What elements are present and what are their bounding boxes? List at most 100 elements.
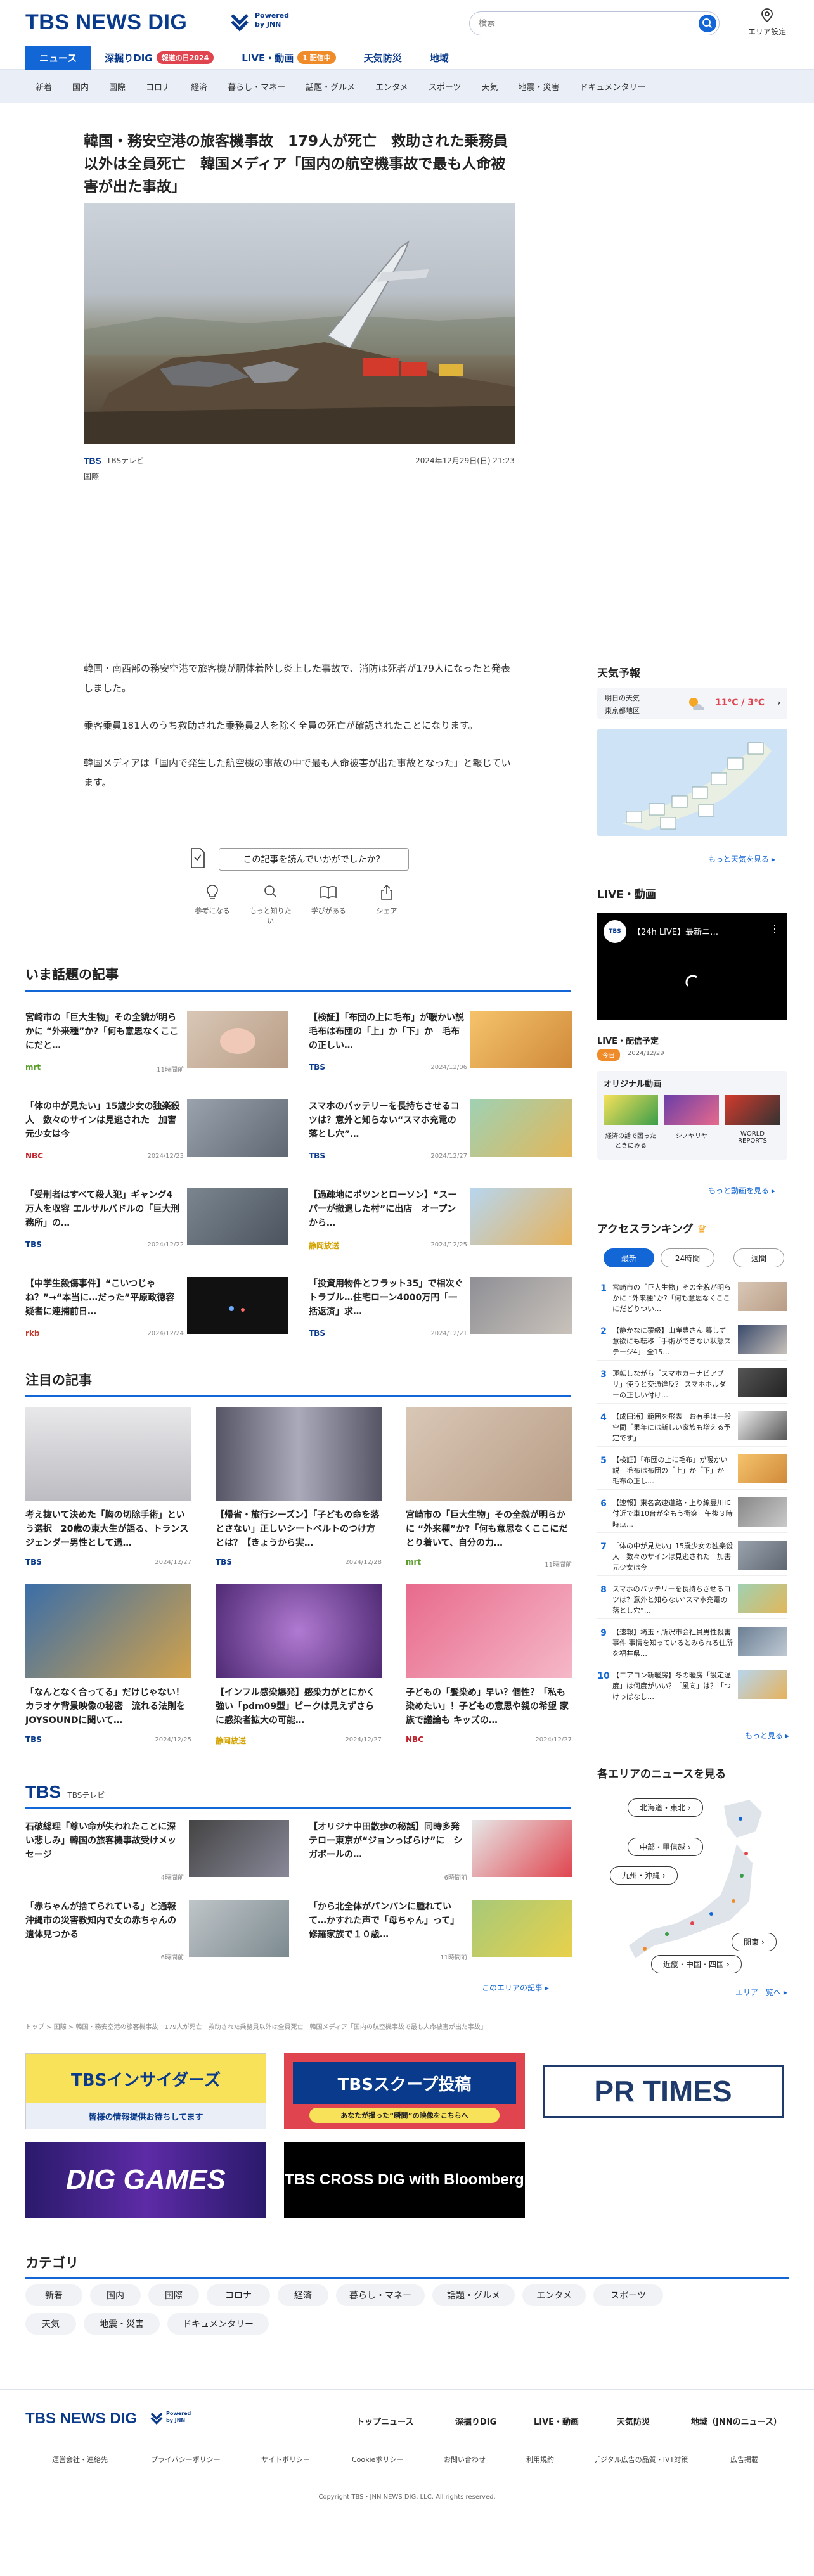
area-button-kanto[interactable]: 関東 ›	[732, 1933, 777, 1951]
subnav-international[interactable]: 国際	[99, 80, 136, 93]
ranking-item[interactable]: 8 スマホのバッテリーを長持ちさせるコツは？意外と知らない“スマホ充電の落とし穴”…	[597, 1579, 787, 1619]
banner-prtimes[interactable]: PR TIMES	[543, 2053, 784, 2129]
breadcrumb[interactable]: トップ > 国際 > 韓国・務安空港の旅客機事故 179人が死亡 救助された乗務…	[25, 2022, 571, 2031]
tbs-article-card[interactable]: 石破総理「尊い命が失われたことに深い悲しみ」韓国の旅客機事故受けメッセージ 4時…	[25, 1820, 292, 1890]
footer-sub-link[interactable]: 運営会社・連絡先	[52, 2454, 108, 2464]
footer-sub-link[interactable]: Cookieポリシー	[352, 2454, 403, 2464]
subnav-entertainment[interactable]: エンタメ	[365, 80, 418, 93]
footer-sub-link[interactable]: 広告掲載	[730, 2454, 758, 2464]
category-chip[interactable]: 新着	[25, 2284, 82, 2306]
nav-region[interactable]: 地域	[416, 46, 463, 70]
ranking-tab-24h[interactable]: 24時間	[661, 1248, 714, 1267]
reaction-want-more[interactable]: もっと知りたい	[249, 884, 293, 926]
banner-tbs-insiders[interactable]: TBSインサイダーズ 皆様の情報提供お待ちしてます	[25, 2053, 266, 2129]
weather-map[interactable]	[597, 729, 787, 836]
ranking-item[interactable]: 1 宮崎市の「巨大生物」その全貌が明らかに “外来種”か?「何も意思なくここにだど…	[597, 1277, 787, 1317]
ranking-item[interactable]: 2 【静かなに覆級】山岸豊さん 暮しず意欲にも転移「手術ができない状態ステージ4」…	[597, 1320, 787, 1361]
footer-link-weather[interactable]: 天気防災	[617, 2415, 650, 2427]
category-chip[interactable]: スポーツ	[593, 2284, 663, 2306]
subnav-corona[interactable]: コロナ	[136, 80, 181, 93]
tbs-article-card[interactable]: 「から北全体がパンパンに腫れていて…かすれた声で「母ちゃん」って」修羅家族で１０…	[309, 1900, 575, 1970]
reaction-share[interactable]: シェア	[365, 884, 409, 926]
banner-dig-games[interactable]: DIG GAMES	[25, 2142, 266, 2218]
featured-card[interactable]: 考え抜いて決めた「胸の切除手術」という選択 20歳の東大生が語る、トランスジェン…	[25, 1407, 191, 1572]
ranking-item[interactable]: 4 【成田浦】範囲を飛表 お有手は一般空間「果年には新しい家族も増える予定です」	[597, 1406, 787, 1447]
kebab-menu-icon[interactable]: ⋮	[770, 923, 780, 935]
category-chip[interactable]: 暮らし・マネー	[336, 2284, 425, 2306]
trending-card[interactable]: スマホのバッテリーを長持ちさせるコツは？意外と知らない“スマホ充電の落とし穴”……	[309, 1099, 572, 1172]
original-video-thumb[interactable]	[604, 1095, 658, 1125]
nav-weather[interactable]: 天気防災	[350, 46, 416, 70]
area-button-chubu[interactable]: 中部・甲信越 ›	[628, 1838, 703, 1856]
tbs-more-link[interactable]: このエリアの記事 ▸	[482, 1982, 549, 1993]
trending-card[interactable]: 【検証】「布団の上に毛布」が暖かい説 毛布は布団の「上」か「下」か 毛布の正しい…	[309, 1011, 572, 1084]
article-source[interactable]: TBSテレビ	[107, 455, 144, 466]
subnav-disaster[interactable]: 地震・災害	[508, 80, 570, 93]
featured-card[interactable]: 子どもの「髪染め」早い？個性？「私も染めたい」！子どもの意思や親の希望 家族で議…	[406, 1584, 572, 1749]
area-list-link[interactable]: エリア一覧へ ▸	[735, 1987, 787, 1997]
site-logo[interactable]: TBS NEWS DIG	[25, 10, 187, 35]
featured-card[interactable]: 宮崎市の「巨大生物」その全貌が明らかに “外来種”か?「何も意思なくここにだとり…	[406, 1407, 572, 1572]
subnav-sports[interactable]: スポーツ	[418, 80, 472, 93]
tbs-article-card[interactable]: 【オリジナ中田散歩の秘話】同時多発テロー東京が“ジョンっぱらけ”に シガポールの…	[309, 1820, 575, 1890]
subnav-new[interactable]: 新着	[25, 80, 62, 93]
ranking-tab-latest[interactable]: 最新	[604, 1248, 654, 1267]
footer-sub-link[interactable]: お問い合わせ	[444, 2454, 486, 2464]
featured-card[interactable]: 【インフル感染爆発】感染力がとにかく強い「pdm09型」ピークは見えずさらに感染…	[216, 1584, 382, 1749]
footer-sub-link[interactable]: デジタル広告の品質・IVT対策	[593, 2454, 688, 2464]
feedback-prompt[interactable]: この記事を読んでいかがでしたか？	[219, 848, 409, 871]
subnav-life-money[interactable]: 暮らし・マネー	[217, 80, 295, 93]
ranking-item[interactable]: 3 運転しながら「スマホカーナビアプリ」使うと交通違反？ スマホホルダーの正しい付…	[597, 1363, 787, 1404]
footer-link-live[interactable]: LIVE・動画	[534, 2415, 579, 2427]
category-chip[interactable]: 話題・グルメ	[432, 2284, 515, 2306]
ranking-item[interactable]: 10 【エアコン新暖房】冬の暖房「設定温度」は何度がいい？「風向」は？「つけっぱな…	[597, 1665, 787, 1705]
trending-card[interactable]: 【中学生殺傷事件】“こいつじゃね？”→“本当に…だった”平原政徳容疑者に連捕前日…	[25, 1277, 288, 1350]
footer-sub-link[interactable]: サイトポリシー	[261, 2454, 310, 2464]
banner-tbs-cross-dig[interactable]: TBS CROSS DIG with Bloomberg	[284, 2142, 525, 2218]
category-chip[interactable]: ドキュメンタリー	[167, 2313, 269, 2335]
ranking-item[interactable]: 9 【速報】埼玉・所沢市会社員男性殺害事件 事情を知っているとみられる住所を福井県…	[597, 1622, 787, 1662]
more-videos-link[interactable]: もっと動画を見る ▸	[708, 1185, 775, 1196]
trending-card[interactable]: 「受刑者はすべて殺人犯」ギャング4万人を収容 エルサルバドルの「巨大刑務所」の……	[25, 1188, 288, 1261]
nav-news[interactable]: ニュース	[25, 46, 91, 70]
subnav-economy[interactable]: 経済	[181, 80, 217, 93]
reaction-learning[interactable]: 学びがある	[306, 884, 351, 926]
trending-card[interactable]: 「投資用物件とフラット35」で相次ぐトラブル…住宅ローン4000万円「一括返済」…	[309, 1277, 572, 1350]
category-chip[interactable]: 国内	[90, 2284, 141, 2306]
trending-card[interactable]: 「体の中が見たい」15歳少女の独楽殺人 数々のサインは見逃された 加害元少女は今…	[25, 1099, 288, 1172]
area-button-kyushu-okinawa[interactable]: 九州・沖縄 ›	[610, 1866, 678, 1885]
area-button-kinki-chugoku-shikoku[interactable]: 近畿・中国・四国 ›	[651, 1955, 742, 1973]
subnav-domestic[interactable]: 国内	[62, 80, 99, 93]
ranking-item[interactable]: 7 「体の中が見たい」15歳少女の独楽殺人 数々のサインは見逃された 加害元少女は…	[597, 1535, 787, 1576]
category-chip[interactable]: エンタメ	[522, 2284, 586, 2306]
more-weather-link[interactable]: もっと天気を見る ▸	[708, 854, 775, 864]
ranking-item[interactable]: 5 【検証】「布団の上に毛布」が暖かい説 毛布は布団の「上」か「下」か 毛布の正し…	[597, 1449, 787, 1490]
footer-logo[interactable]: TBS NEWS DIG	[25, 2410, 137, 2428]
trending-card[interactable]: 【過疎地にポツンとローソン】“スーパーが撤退した村”に出店 オープンから… 静岡…	[309, 1188, 572, 1261]
footer-link-top[interactable]: トップニュース	[356, 2415, 413, 2427]
trending-card[interactable]: 宮崎市の「巨大生物」その全貌が明らかに “外来種”か?「何も意思なくここにだと……	[25, 1011, 288, 1084]
live-video-player[interactable]: TBS 【24h LIVE】最新ニ… ⋮	[597, 913, 787, 1020]
category-chip[interactable]: コロナ	[207, 2284, 270, 2306]
category-chip[interactable]: 地震・災害	[84, 2313, 160, 2335]
ranking-tab-weekly[interactable]: 週間	[733, 1248, 784, 1267]
footer-sub-link[interactable]: 利用規約	[526, 2454, 554, 2464]
footer-sub-link[interactable]: プライバシーポリシー	[151, 2454, 221, 2464]
search-button[interactable]	[699, 15, 716, 32]
subnav-topics-gourmet[interactable]: 話題・グルメ	[295, 80, 365, 93]
banner-tbs-scoop[interactable]: TBSスクープ投稿 あなたが撮った“瞬間”の映像をこちらへ	[284, 2053, 525, 2129]
footer-link-region[interactable]: 地域（JNNのニュース）	[691, 2415, 782, 2427]
category-chip[interactable]: 天気	[25, 2313, 76, 2335]
subnav-weather[interactable]: 天気	[471, 80, 508, 93]
subnav-documentary[interactable]: ドキュメンタリー	[570, 80, 656, 93]
reaction-helpful[interactable]: 参考になる	[190, 884, 235, 926]
ranking-item[interactable]: 6 【速報】東名高速道路・上り線豊川IC付近で車10台が全もう衝突 午後３時時点…	[597, 1492, 787, 1533]
featured-card[interactable]: 【帰省・旅行シーズン】「子どもの命を落とさない」正しいシートベルトのつけ方とは？…	[216, 1407, 382, 1572]
original-video-thumb[interactable]	[725, 1095, 780, 1125]
area-button-hokkaido-tohoku[interactable]: 北海道・東北 ›	[628, 1798, 703, 1817]
category-chip[interactable]: 国際	[148, 2284, 199, 2306]
tbs-article-card[interactable]: 「赤ちゃんが捨てられている」と通報 沖縄市の災害教知内で女の赤ちゃんの遺体見つか…	[25, 1900, 292, 1970]
footer-link-dig[interactable]: 深掘りDIG	[455, 2415, 496, 2427]
article-category-tag[interactable]: 国際	[84, 471, 100, 482]
category-chip[interactable]: 経済	[278, 2284, 328, 2306]
